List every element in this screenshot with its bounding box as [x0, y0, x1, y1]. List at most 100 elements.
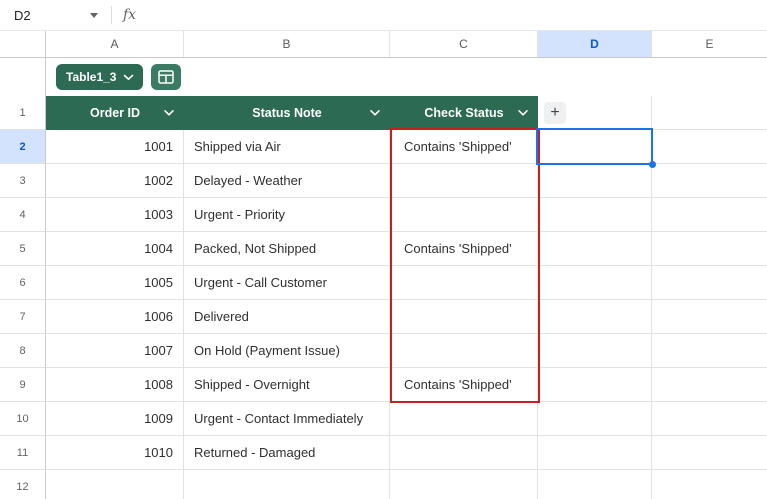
table-header-label: Status Note — [252, 106, 321, 120]
cell-order-id[interactable]: 1008 — [46, 368, 184, 402]
column-header-a[interactable]: A — [46, 31, 184, 57]
cell[interactable] — [652, 436, 767, 470]
name-box-dropdown-icon[interactable] — [90, 13, 98, 18]
cell-status-note[interactable]: Shipped via Air — [184, 130, 390, 164]
cell[interactable] — [652, 402, 767, 436]
cell-check-status[interactable] — [390, 300, 538, 334]
formula-input[interactable] — [136, 0, 767, 30]
row-header[interactable]: 1 — [0, 96, 46, 130]
column-header-b[interactable]: B — [184, 31, 390, 57]
cell-order-id[interactable]: 1009 — [46, 402, 184, 436]
cell[interactable] — [652, 232, 767, 266]
cell[interactable] — [652, 130, 767, 164]
cell-order-id[interactable]: 1004 — [46, 232, 184, 266]
cell[interactable]: + — [538, 96, 652, 130]
sheet-row: 91008Shipped - OvernightContains 'Shippe… — [0, 368, 767, 402]
table-name-label: Table1_3 — [66, 70, 116, 84]
cell[interactable] — [538, 130, 652, 164]
cell[interactable] — [538, 300, 652, 334]
row-header[interactable]: 2 — [0, 130, 46, 164]
row-header[interactable]: 6 — [0, 266, 46, 300]
row-header[interactable]: 11 — [0, 436, 46, 470]
cell[interactable] — [538, 266, 652, 300]
cell[interactable] — [652, 368, 767, 402]
cell-status-note[interactable]: Urgent - Priority — [184, 198, 390, 232]
cell-status-note[interactable]: Packed, Not Shipped — [184, 232, 390, 266]
cell-order-id[interactable]: 1010 — [46, 436, 184, 470]
cell-check-status[interactable] — [390, 436, 538, 470]
cell-check-status[interactable]: Contains 'Shipped' — [390, 368, 538, 402]
cell-status-note[interactable]: Delivered — [184, 300, 390, 334]
cell-check-status[interactable] — [390, 266, 538, 300]
column-filter-chevron-icon[interactable] — [517, 109, 529, 117]
cell-status-note[interactable]: On Hold (Payment Issue) — [184, 334, 390, 368]
table-menu-button[interactable] — [151, 64, 181, 90]
cell-check-status[interactable] — [390, 198, 538, 232]
cell-check-status[interactable]: Contains 'Shipped' — [390, 232, 538, 266]
row-header[interactable]: 3 — [0, 164, 46, 198]
fill-handle[interactable] — [649, 161, 656, 168]
cell[interactable] — [46, 470, 184, 499]
cell[interactable] — [390, 470, 538, 499]
row-header[interactable]: 9 — [0, 368, 46, 402]
cell[interactable] — [184, 470, 390, 499]
row-header[interactable]: 8 — [0, 334, 46, 368]
row-header[interactable]: 5 — [0, 232, 46, 266]
cell[interactable] — [652, 164, 767, 198]
cell-order-id[interactable]: 1001 — [46, 130, 184, 164]
cell-check-status[interactable] — [390, 334, 538, 368]
sheet-row: 1 Order ID Status Note Check Status + — [0, 96, 767, 130]
cell-status-note[interactable]: Shipped - Overnight — [184, 368, 390, 402]
cell-check-status[interactable] — [390, 164, 538, 198]
cell-order-id[interactable]: 1005 — [46, 266, 184, 300]
cell[interactable] — [538, 334, 652, 368]
sheet-row: 61005Urgent - Call Customer — [0, 266, 767, 300]
cell[interactable] — [538, 232, 652, 266]
add-column-button[interactable]: + — [544, 102, 566, 124]
cell[interactable] — [538, 402, 652, 436]
cell[interactable] — [538, 368, 652, 402]
column-filter-chevron-icon[interactable] — [163, 109, 175, 117]
row-header[interactable]: 7 — [0, 300, 46, 334]
cell[interactable] — [538, 164, 652, 198]
cell-check-status[interactable]: Contains 'Shipped' — [390, 130, 538, 164]
cell-order-id[interactable]: 1006 — [46, 300, 184, 334]
row-header[interactable]: 10 — [0, 402, 46, 436]
cell[interactable] — [652, 266, 767, 300]
table-header-cell[interactable]: Order ID — [46, 96, 184, 130]
cell-status-note[interactable]: Delayed - Weather — [184, 164, 390, 198]
row-header-spacer — [0, 58, 46, 96]
cell-order-id[interactable]: 1003 — [46, 198, 184, 232]
table-name-chip[interactable]: Table1_3 — [56, 64, 143, 90]
cell[interactable] — [652, 96, 767, 130]
table-header-label: Order ID — [90, 106, 140, 120]
cell-status-note[interactable]: Urgent - Call Customer — [184, 266, 390, 300]
cell-status-note[interactable]: Returned - Damaged — [184, 436, 390, 470]
cell-status-note[interactable]: Urgent - Contact Immediately — [184, 402, 390, 436]
name-box-divider — [111, 6, 112, 24]
cell[interactable] — [538, 436, 652, 470]
name-box[interactable]: D2 — [0, 8, 104, 23]
column-header-c[interactable]: C — [390, 31, 538, 57]
row-header[interactable]: 12 — [0, 470, 46, 499]
cell[interactable] — [652, 198, 767, 232]
cell[interactable] — [652, 470, 767, 499]
column-header-d[interactable]: D — [538, 31, 652, 57]
table-header-cell[interactable]: Status Note — [184, 96, 390, 130]
cell[interactable] — [538, 198, 652, 232]
sheet-grid: Table1_3 1 Order ID Status Note Check Statu… — [0, 58, 767, 499]
formula-bar: D2 fx — [0, 0, 767, 31]
cell-check-status[interactable] — [390, 402, 538, 436]
cell[interactable] — [652, 300, 767, 334]
column-filter-chevron-icon[interactable] — [369, 109, 381, 117]
cell-order-id[interactable]: 1002 — [46, 164, 184, 198]
cell[interactable] — [652, 334, 767, 368]
table-header-cell[interactable]: Check Status — [390, 96, 538, 130]
sheet-row: 31002Delayed - Weather — [0, 164, 767, 198]
sheet-row: 41003Urgent - Priority — [0, 198, 767, 232]
column-header-e[interactable]: E — [652, 31, 767, 57]
row-header[interactable]: 4 — [0, 198, 46, 232]
cell-order-id[interactable]: 1007 — [46, 334, 184, 368]
select-all-corner[interactable] — [0, 31, 46, 57]
cell[interactable] — [538, 470, 652, 499]
